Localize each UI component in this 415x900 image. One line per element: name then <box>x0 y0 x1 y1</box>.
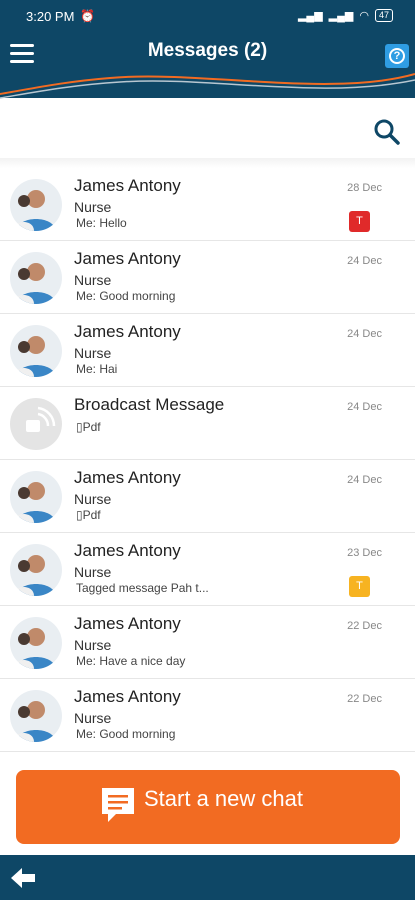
avatar <box>10 617 62 669</box>
broadcast-icon <box>10 398 62 450</box>
start-new-chat-button[interactable]: Start a new chat <box>16 770 400 844</box>
contact-name: James Antony <box>74 468 181 487</box>
signal-icon-2: ▂▄▆ <box>328 10 354 22</box>
message-date: 22 Dec <box>347 620 382 632</box>
avatar <box>10 544 62 596</box>
header-wave-decoration <box>0 68 415 99</box>
message-preview: Me: Good morning <box>76 289 176 303</box>
message-preview: Me: Hai <box>76 362 118 376</box>
message-preview: Tagged message Pah t... <box>76 581 209 595</box>
contact-name: James Antony <box>74 322 181 341</box>
message-item[interactable]: James Antony Nurse Me: Hello 28 Dec T <box>0 168 415 241</box>
avatar <box>10 179 62 231</box>
page-title: Messages (2) <box>147 40 268 61</box>
file-icon: ▯ <box>76 420 83 434</box>
contact-role: Nurse <box>74 710 112 726</box>
message-date: 22 Dec <box>347 693 382 705</box>
message-item[interactable]: Broadcast Message ▯Pdf 24 Dec <box>0 387 415 460</box>
message-preview: Me: Have a nice day <box>76 654 186 668</box>
message-item[interactable]: James Antony Nurse Me: Good morning 24 D… <box>0 241 415 314</box>
contact-role: Nurse <box>74 199 112 215</box>
contact-name: James Antony <box>74 541 181 560</box>
signal-icon: ▂▄▆ <box>297 10 323 22</box>
list-top-shadow <box>0 158 415 168</box>
message-item[interactable]: James Antony Nurse Me: Have a nice day 2… <box>0 606 415 679</box>
tag-badge: T <box>349 576 370 597</box>
message-preview: Me: Hello <box>76 216 127 230</box>
status-time: 3:20 PM <box>26 9 75 24</box>
contact-role: Nurse <box>74 637 112 653</box>
bottom-bar <box>0 855 415 900</box>
message-item[interactable]: James Antony Nurse Tagged message Pah t.… <box>0 533 415 606</box>
tag-badge: T <box>349 211 370 232</box>
message-item[interactable]: James Antony Nurse Me: Good morning 22 D… <box>0 679 415 752</box>
alarm-icon: ⏰ <box>80 9 95 23</box>
contact-name: Broadcast Message <box>74 395 225 414</box>
avatar <box>10 690 62 742</box>
avatar <box>10 325 62 377</box>
status-bar: 3:20 PM ⏰ ▂▄▆ ▂▄▆ ◠ 47 <box>0 0 415 34</box>
message-list: James Antony Nurse Me: Hello 28 Dec T Ja… <box>0 168 415 752</box>
message-date: 24 Dec <box>347 401 382 413</box>
avatar <box>10 252 62 304</box>
message-item[interactable]: James Antony Nurse Me: Hai 24 Dec <box>0 314 415 387</box>
contact-role: Nurse <box>74 345 112 361</box>
message-date: 24 Dec <box>347 328 382 340</box>
message-date: 24 Dec <box>347 474 382 486</box>
chat-icon <box>102 788 134 822</box>
contact-role: Nurse <box>74 272 112 288</box>
contact-role: Nurse <box>74 564 112 580</box>
message-preview: ▯Pdf <box>76 420 101 434</box>
search-icon[interactable] <box>373 118 401 146</box>
contact-name: James Antony <box>74 687 181 706</box>
contact-name: James Antony <box>74 614 181 633</box>
message-date: 23 Dec <box>347 547 382 559</box>
avatar <box>10 471 62 523</box>
message-date: 24 Dec <box>347 255 382 267</box>
file-icon: ▯ <box>76 508 83 522</box>
help-icon[interactable]: ? <box>385 44 409 68</box>
message-item[interactable]: James Antony Nurse ▯Pdf 24 Dec <box>0 460 415 533</box>
wifi-icon: ◠ <box>359 10 369 22</box>
start-new-chat-label: Start a new chat <box>144 786 303 811</box>
message-preview: Me: Good morning <box>76 727 176 741</box>
contact-name: James Antony <box>74 176 181 195</box>
contact-role: Nurse <box>74 491 112 507</box>
contact-name: James Antony <box>74 249 181 268</box>
battery-icon: 47 <box>374 9 393 22</box>
back-arrow-icon[interactable] <box>10 867 36 889</box>
status-icons: ▂▄▆ ▂▄▆ ◠ 47 <box>298 9 393 22</box>
message-date: 28 Dec <box>347 182 382 194</box>
message-preview: ▯Pdf <box>76 508 101 522</box>
